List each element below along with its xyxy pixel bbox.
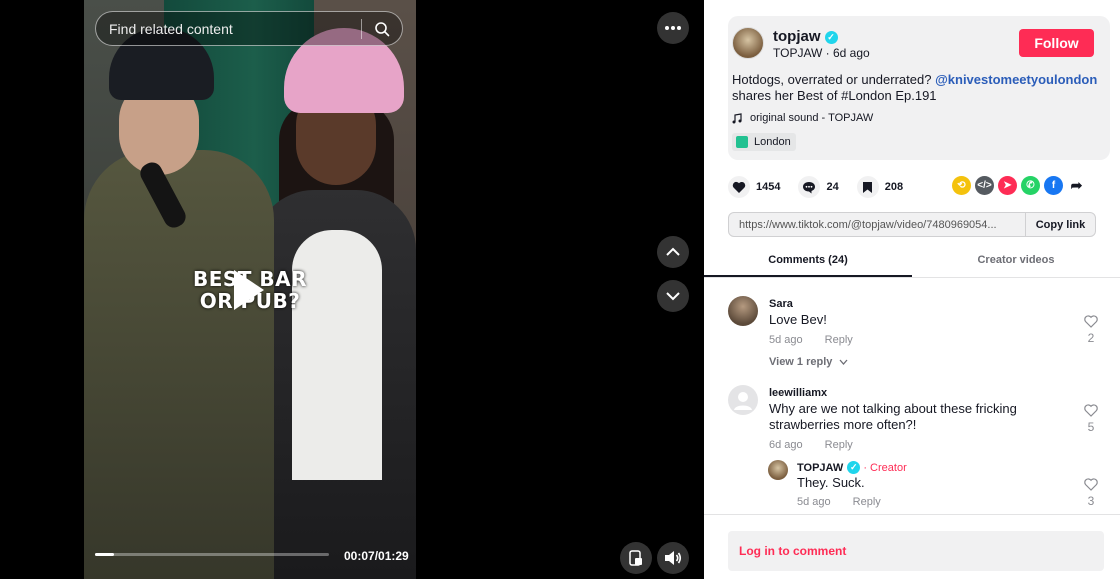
send-to-friends-icon[interactable]: ➤ bbox=[998, 176, 1017, 195]
copy-link-button[interactable]: Copy link bbox=[1025, 213, 1095, 236]
video-url[interactable]: https://www.tiktok.com/@topjaw/video/748… bbox=[729, 219, 1025, 231]
comment-count-button[interactable]: 24 bbox=[798, 176, 839, 198]
bookmark-icon bbox=[863, 181, 873, 193]
video-stage: BEST BAR OR PUB? 00:07/01:29 bbox=[0, 0, 704, 579]
video-description: Hotdogs, overrated or underrated? @knive… bbox=[732, 72, 1098, 103]
view-replies-button[interactable]: View 1 reply bbox=[769, 356, 848, 368]
heart-outline-icon bbox=[1084, 478, 1098, 491]
location-pin-icon bbox=[736, 136, 748, 148]
follow-button[interactable]: Follow bbox=[1019, 29, 1094, 57]
repost-icon[interactable]: ⟲ bbox=[952, 176, 971, 195]
heart-icon bbox=[732, 181, 746, 193]
chevron-up-icon bbox=[666, 247, 680, 256]
more-options-button[interactable] bbox=[657, 12, 689, 44]
tab-comments[interactable]: Comments (24) bbox=[704, 248, 912, 277]
playback-time: 00:07/01:29 bbox=[344, 549, 409, 563]
chevron-down-icon bbox=[839, 359, 848, 365]
reply-username[interactable]: TOPJAW ✓ · Creator bbox=[797, 461, 907, 474]
progress-bar[interactable] bbox=[95, 553, 329, 556]
reply-item: TOPJAW ✓ · Creator They. Suck. 5d ago Repl… bbox=[768, 459, 1108, 509]
comment-username[interactable]: Sara bbox=[769, 298, 793, 310]
author-subline: TOPJAW · 6d ago bbox=[773, 46, 870, 60]
floating-player-button[interactable] bbox=[620, 542, 652, 574]
comment-like-button[interactable]: 5 bbox=[1081, 404, 1101, 434]
save-button[interactable]: 208 bbox=[856, 176, 903, 198]
whatsapp-icon[interactable]: ✆ bbox=[1021, 176, 1040, 195]
heart-outline-icon bbox=[1084, 404, 1098, 417]
comment-like-button[interactable]: 2 bbox=[1081, 315, 1101, 345]
related-search bbox=[95, 11, 403, 46]
engagement-bar: 1454 24 208 bbox=[728, 176, 921, 198]
ellipsis-icon bbox=[665, 26, 681, 30]
default-avatar-icon bbox=[734, 392, 752, 410]
reply-time: 5d ago bbox=[797, 496, 831, 508]
commenter-avatar[interactable] bbox=[728, 385, 758, 415]
heart-outline-icon bbox=[1084, 315, 1098, 328]
pip-icon bbox=[629, 550, 642, 566]
comment-footer: Log in to comment bbox=[704, 514, 1120, 579]
next-video-button[interactable] bbox=[657, 280, 689, 312]
previous-video-button[interactable] bbox=[657, 236, 689, 268]
author-handle[interactable]: topjaw ✓ bbox=[773, 28, 838, 45]
reply-button[interactable]: Reply bbox=[853, 496, 881, 508]
facebook-icon[interactable]: f bbox=[1044, 176, 1063, 195]
share-link-box: https://www.tiktok.com/@topjaw/video/748… bbox=[728, 212, 1096, 237]
reply-button[interactable]: Reply bbox=[825, 334, 853, 346]
share-row: ⟲ </> ➤ ✆ f ➦ bbox=[952, 176, 1086, 195]
search-button[interactable] bbox=[362, 11, 402, 46]
speaker-icon bbox=[665, 551, 682, 565]
comment-bubble-icon bbox=[803, 181, 816, 193]
progress-fill bbox=[95, 553, 114, 556]
video-info-card: topjaw ✓ TOPJAW · 6d ago Follow Hotdogs, … bbox=[728, 16, 1110, 160]
mention-link[interactable]: @knivestomeetyoulondon bbox=[935, 72, 1097, 87]
comment-username[interactable]: leewilliamx bbox=[769, 387, 827, 399]
music-note-icon bbox=[732, 112, 742, 123]
verified-badge-icon: ✓ bbox=[824, 31, 838, 44]
share-arrow-icon[interactable]: ➦ bbox=[1067, 176, 1086, 195]
panel-tabs: Comments (24) Creator videos bbox=[704, 248, 1120, 278]
embed-icon[interactable]: </> bbox=[975, 176, 994, 195]
volume-button[interactable] bbox=[657, 542, 689, 574]
tab-creator-videos[interactable]: Creator videos bbox=[912, 248, 1120, 277]
login-link[interactable]: Log in to comment bbox=[739, 544, 846, 558]
reply-avatar[interactable] bbox=[768, 460, 788, 480]
video-player[interactable]: BEST BAR OR PUB? bbox=[84, 0, 416, 579]
location-tag[interactable]: London bbox=[732, 133, 796, 151]
tiktok-video-page: BEST BAR OR PUB? 00:07/01:29 bbox=[0, 0, 1120, 579]
chevron-down-icon bbox=[666, 292, 680, 301]
play-icon[interactable] bbox=[234, 270, 264, 310]
comment-text: Love Bev! bbox=[769, 312, 827, 327]
search-icon bbox=[375, 21, 390, 36]
login-to-comment-box[interactable]: Log in to comment bbox=[728, 531, 1104, 571]
author-avatar[interactable] bbox=[732, 27, 764, 59]
like-button[interactable]: 1454 bbox=[728, 176, 780, 198]
comment-item: leewilliamx Why are we not talking about… bbox=[728, 385, 1108, 455]
reply-button[interactable]: Reply bbox=[825, 439, 853, 451]
reply-like-button[interactable]: 3 bbox=[1081, 478, 1101, 508]
reply-text: They. Suck. bbox=[797, 475, 865, 490]
comment-text: Why are we not talking about these frick… bbox=[769, 401, 1017, 432]
comment-time: 6d ago bbox=[769, 439, 803, 451]
sound-link[interactable]: original sound - TOPJAW bbox=[732, 112, 873, 124]
comment-item: Sara Love Bev! 5d ago Reply 2 View 1 repl… bbox=[728, 296, 1108, 376]
comment-time: 5d ago bbox=[769, 334, 803, 346]
verified-badge-icon: ✓ bbox=[847, 461, 861, 474]
search-input[interactable] bbox=[96, 20, 361, 37]
commenter-avatar[interactable] bbox=[728, 296, 758, 326]
comment-list: Sara Love Bev! 5d ago Reply 2 View 1 repl… bbox=[704, 278, 1120, 514]
details-panel: topjaw ✓ TOPJAW · 6d ago Follow Hotdogs, … bbox=[704, 0, 1120, 579]
